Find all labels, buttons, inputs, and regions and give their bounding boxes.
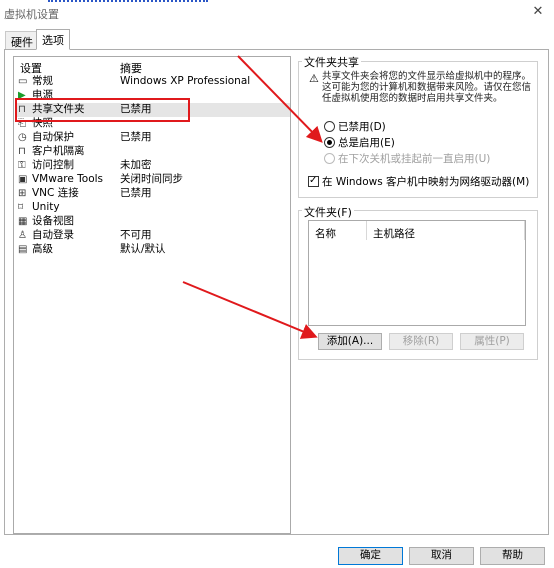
window-title: 虚拟机设置 [4,8,59,21]
autologin-icon: ♙ [18,230,27,241]
column-separator [366,221,367,240]
cancel-button[interactable]: 取消 [409,547,474,565]
settings-item-vnc[interactable]: ⊞ VNC 连接 已禁用 [16,187,290,201]
settings-item-summary: 不可用 [120,229,152,241]
settings-item-label: 自动保护 [32,131,74,143]
help-button[interactable]: 帮助 [480,547,545,565]
device-view-icon: ▦ [18,216,28,227]
settings-item-guest-isolation[interactable]: ⊓ 客户机隔离 [16,145,290,159]
tab-hardware[interactable]: 硬件 [5,31,39,49]
radio-button[interactable] [324,153,335,164]
access-control-icon: ⚿ [18,160,26,171]
radio-label: 在下次关机或挂起前一直启用(U) [338,153,491,165]
settings-item-label: 访问控制 [32,159,74,171]
folder-properties-button[interactable]: 属性(P) [460,333,524,350]
list-header-setting: 设置 [20,62,42,75]
unity-icon: ⌑ [18,202,24,213]
add-folder-button[interactable]: 添加(A)... [318,333,382,350]
radio-label: 总是启用(E) [338,137,395,149]
folders-title: 文件夹(F) [302,204,354,220]
radio-button[interactable] [324,121,335,132]
annotation-highlight-box [15,98,190,122]
settings-item-label: 客户机隔离 [32,145,85,157]
settings-item-summary: 未加密 [120,159,152,171]
settings-item-label: 设备视图 [32,215,74,227]
settings-item-general[interactable]: ▭ 常规 Windows XP Professional [16,75,290,89]
column-separator [524,221,525,240]
checkbox[interactable] [308,174,319,188]
settings-item-autologin[interactable]: ♙ 自动登录 不可用 [16,229,290,243]
list-header-summary: 摘要 [120,62,142,75]
settings-item-autoprotect[interactable]: ◷ 自动保护 已禁用 [16,131,290,145]
warning-icon: ⚠ [309,72,319,85]
settings-item-device-view[interactable]: ▦ 设备视图 [16,215,290,229]
lock-icon: ⊓ [18,146,26,157]
vnc-icon: ⊞ [18,188,27,199]
remove-folder-button[interactable]: 移除(R) [389,333,453,350]
tab-options[interactable]: 选项 [36,29,70,50]
folder-sharing-info: 共享文件夹会将您的文件显示给虚拟机中的程序。这可能为您的计算机和数据带来风险。请… [322,71,532,104]
settings-item-summary: 已禁用 [120,187,152,199]
settings-item-label: 自动登录 [32,229,74,241]
checkbox-label: 在 Windows 客户机中映射为网络驱动器(M) [322,176,530,188]
settings-item-unity[interactable]: ⌑ Unity [16,201,290,215]
settings-item-label: VMware Tools [32,173,104,185]
radio-button[interactable] [324,137,335,148]
title-bar-decoration [48,0,208,3]
settings-item-label: 常规 [32,75,53,87]
settings-item-summary: 关闭时间同步 [120,173,183,185]
settings-item-summary: 默认/默认 [120,243,166,255]
folders-table[interactable] [308,220,526,326]
advanced-icon: ▤ [18,244,28,255]
settings-item-label: VNC 连接 [32,187,79,199]
autoprotect-icon: ◷ [18,132,27,143]
column-header-name[interactable]: 名称 [315,226,336,241]
folder-sharing-title: 文件夹共享 [302,54,361,70]
title-bar [0,0,554,24]
general-icon: ▭ [18,76,28,87]
vmware-tools-icon: ▣ [18,174,28,185]
settings-item-advanced[interactable]: ▤ 高级 默认/默认 [16,243,290,257]
settings-item-summary: Windows XP Professional [120,75,251,87]
ok-button[interactable]: 确定 [338,547,403,565]
settings-item-label: Unity [32,201,60,213]
column-header-host-path[interactable]: 主机路径 [373,226,415,241]
close-icon[interactable]: ✕ [525,2,551,22]
settings-item-label: 高级 [32,243,53,255]
radio-label: 已禁用(D) [338,121,386,133]
settings-item-summary: 已禁用 [120,131,152,143]
settings-item-access-control[interactable]: ⚿ 访问控制 未加密 [16,159,290,173]
settings-item-vmware-tools[interactable]: ▣ VMware Tools 关闭时间同步 [16,173,290,187]
